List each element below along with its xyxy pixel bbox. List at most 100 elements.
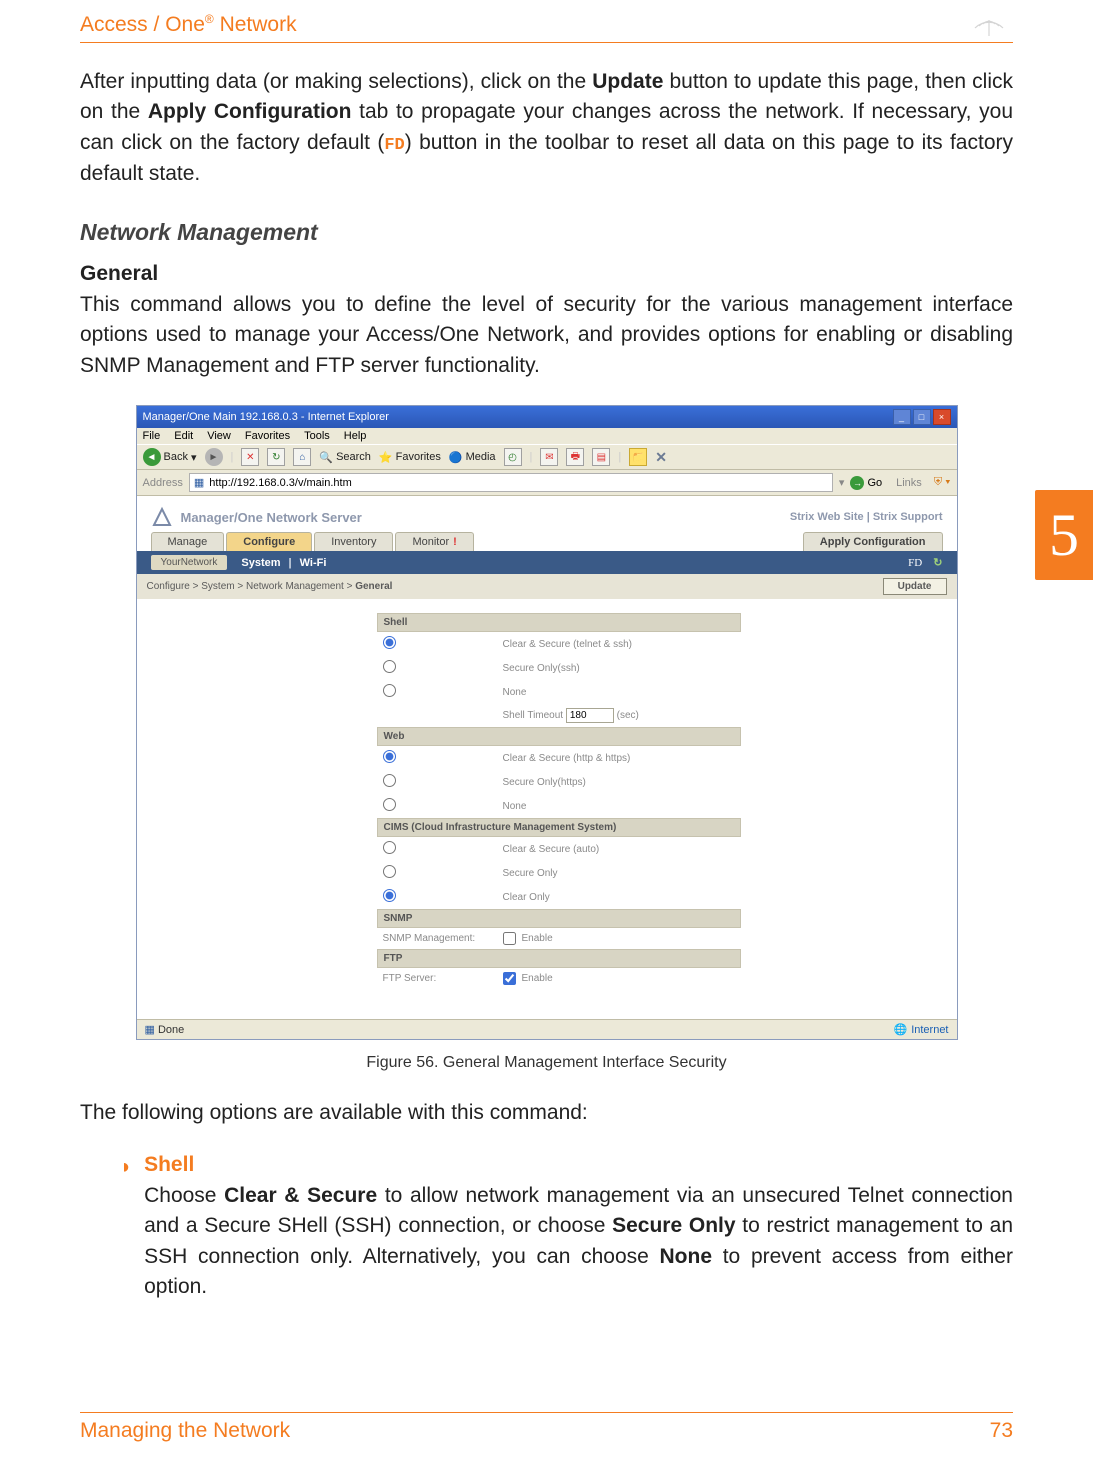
shell-none-radio[interactable]: [383, 684, 396, 697]
history-icon[interactable]: ◴: [504, 448, 522, 466]
web-secure-only-radio[interactable]: [383, 774, 396, 787]
snmp-opt: Enable: [522, 933, 553, 944]
snmp-enable-checkbox[interactable]: [503, 932, 516, 945]
norton-icon[interactable]: ⛨ ▾: [934, 476, 951, 489]
bold-none: None: [660, 1245, 713, 1268]
config-form: Shell Clear & Secure (telnet & ssh) Secu…: [137, 599, 957, 1019]
strix-x-icon[interactable]: ✕: [655, 449, 667, 466]
figure-caption: Figure 56. General Management Interface …: [80, 1054, 1013, 1072]
tab-manage[interactable]: Manage: [151, 532, 225, 551]
edit-icon[interactable]: ▤: [592, 448, 610, 466]
header-title-suffix: Network: [214, 13, 297, 36]
menu-edit[interactable]: Edit: [174, 430, 193, 442]
favorites-button[interactable]: ⭐ Favorites: [379, 451, 441, 464]
shell-clear-secure-radio[interactable]: [383, 636, 396, 649]
section-title-network-management: Network Management: [80, 219, 1013, 246]
forward-button[interactable]: ►: [205, 448, 223, 466]
menu-help[interactable]: Help: [344, 430, 367, 442]
tab-inventory[interactable]: Inventory: [314, 532, 393, 551]
ftp-enable-checkbox[interactable]: [503, 972, 516, 985]
bullet-text-shell: Choose Clear & Secure to allow network m…: [144, 1181, 1013, 1303]
section-ftp: FTP: [377, 949, 741, 968]
url-text: http://192.168.0.3/v/main.htm: [209, 477, 351, 489]
shell-opt1: Clear & Secure (telnet & ssh): [503, 639, 633, 650]
bullet-shell: ◗ Shell Choose Clear & Secure to allow n…: [120, 1153, 1013, 1303]
fd-button[interactable]: FD: [908, 557, 922, 569]
sub-title-general: General: [80, 262, 1013, 286]
print-icon[interactable]: 🖶: [566, 448, 584, 466]
status-text: Done: [158, 1024, 184, 1036]
menu-file[interactable]: File: [143, 430, 161, 442]
update-button[interactable]: Update: [883, 578, 947, 595]
shell-timeout-label: Shell Timeout: [503, 710, 564, 721]
subtab-system[interactable]: System: [241, 557, 280, 569]
web-none-radio[interactable]: [383, 798, 396, 811]
web-opt3: None: [503, 801, 527, 812]
minimize-button[interactable]: _: [893, 409, 911, 425]
bullet-mark-icon: ◗: [120, 1153, 132, 1181]
close-button[interactable]: ×: [933, 409, 951, 425]
go-icon: →: [850, 476, 864, 490]
section-web: Web: [377, 727, 741, 746]
page-header: Access / One® Network: [80, 10, 1013, 43]
web-opt1: Clear & Secure (http & https): [503, 753, 631, 764]
strix-logo-icon: [151, 506, 173, 528]
menu-view[interactable]: View: [207, 430, 231, 442]
tab-apply-configuration[interactable]: Apply Configuration: [803, 532, 943, 551]
shell-opt3: None: [503, 687, 527, 698]
shell-timeout-input[interactable]: [566, 708, 614, 723]
registered-mark: ®: [205, 12, 214, 26]
app-header: Manager/One Network Server Strix Web Sit…: [137, 496, 957, 532]
snmp-label: SNMP Management:: [383, 933, 503, 944]
tab-configure[interactable]: Configure: [226, 532, 312, 551]
section-shell: Shell: [377, 613, 741, 632]
back-button[interactable]: ◄Back ▾: [143, 448, 197, 466]
address-bar-row: Address ▦ http://192.168.0.3/v/main.htm …: [137, 470, 957, 496]
folder-icon[interactable]: 📁: [629, 448, 647, 466]
subtab-wifi[interactable]: Wi-Fi: [300, 557, 327, 569]
app-header-links[interactable]: Strix Web Site | Strix Support: [790, 511, 943, 523]
section-snmp: SNMP: [377, 909, 741, 928]
window-titlebar: Manager/One Main 192.168.0.3 - Internet …: [137, 406, 957, 428]
links-label[interactable]: Links: [896, 477, 922, 489]
go-button[interactable]: →Go: [850, 476, 882, 490]
bullet-title-shell: Shell: [144, 1153, 1013, 1177]
web-clear-secure-radio[interactable]: [383, 750, 396, 763]
cims-clear-secure-radio[interactable]: [383, 841, 396, 854]
cims-clear-only-radio[interactable]: [383, 889, 396, 902]
bold-secure-only: Secure Only: [612, 1214, 735, 1237]
header-title-prefix: Access / One: [80, 13, 205, 36]
address-label: Address: [143, 477, 183, 489]
cims-opt1: Clear & Secure (auto): [503, 844, 600, 855]
subtab-yournetwork[interactable]: YourNetwork: [151, 555, 228, 570]
home-icon[interactable]: ⌂: [293, 448, 311, 466]
window-title: Manager/One Main 192.168.0.3 - Internet …: [143, 411, 389, 423]
shell-secure-only-radio[interactable]: [383, 660, 396, 673]
chapter-tab: 5: [1035, 490, 1093, 580]
breadcrumb: Configure > System > Network Management …: [147, 581, 393, 592]
zone-indicator: 🌐Internet: [893, 1023, 948, 1036]
footer-left: Managing the Network: [80, 1419, 290, 1443]
refresh-icon[interactable]: ↻: [267, 448, 285, 466]
antenna-icon: [965, 10, 1013, 38]
refresh-subtab-icon[interactable]: ↻: [933, 557, 942, 569]
maximize-button[interactable]: □: [913, 409, 931, 425]
bold-clear-secure: Clear & Secure: [224, 1184, 377, 1207]
address-input[interactable]: ▦ http://192.168.0.3/v/main.htm: [189, 473, 833, 492]
cims-secure-only-radio[interactable]: [383, 865, 396, 878]
tab-monitor[interactable]: Monitor!: [395, 532, 473, 551]
stop-icon[interactable]: ✕: [241, 448, 259, 466]
shell-opt2: Secure Only(ssh): [503, 663, 580, 674]
search-button[interactable]: 🔍 Search: [319, 451, 371, 464]
app-tabs-row: Manage Configure Inventory Monitor! Appl…: [137, 532, 957, 551]
back-icon: ◄: [143, 448, 161, 466]
menu-favorites[interactable]: Favorites: [245, 430, 290, 442]
menu-tools[interactable]: Tools: [304, 430, 330, 442]
para-options-intro: The following options are available with…: [80, 1098, 1013, 1128]
web-opt2: Secure Only(https): [503, 777, 586, 788]
section-cims: CIMS (Cloud Infrastructure Management Sy…: [377, 818, 741, 837]
mail-icon[interactable]: ✉: [540, 448, 558, 466]
media-button[interactable]: 🔵 Media: [449, 451, 496, 464]
bold-update: Update: [592, 70, 663, 93]
cims-opt2: Secure Only: [503, 868, 558, 879]
